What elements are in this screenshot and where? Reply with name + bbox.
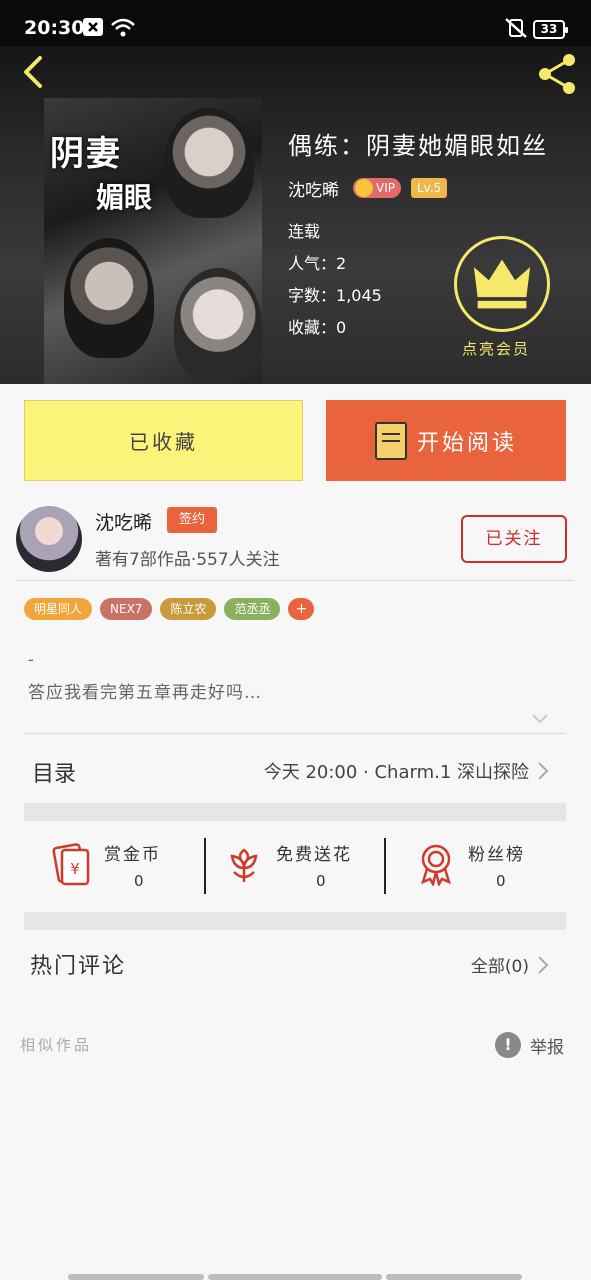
stat-label: 免费送花 (276, 845, 352, 865)
stat-value: 0 (316, 872, 326, 890)
chevron-down-icon[interactable] (530, 708, 550, 728)
book-intro: 答应我看完第五章再走好吗… (28, 683, 262, 703)
member-crown-icon[interactable] (454, 236, 550, 332)
battery-icon: 33 (533, 20, 568, 39)
author-row: 沈吃晞 VIP Lv.5 (288, 176, 448, 201)
tag[interactable]: 明星同人 (24, 598, 93, 620)
stat-label: 赏金币 (104, 845, 161, 865)
book-icon (374, 421, 407, 460)
cover-title: 媚眼 (96, 181, 153, 214)
all-comments-link[interactable]: 全部(0) (471, 952, 529, 977)
tag-list: 明星同人 NEX7 陈立农 范丞丞 + (24, 598, 315, 620)
mute-icon (505, 18, 527, 38)
chevron-right-icon[interactable] (536, 760, 550, 782)
popularity: 人气：2 (288, 250, 346, 274)
book-cover[interactable]: 阴妻 媚眼 (44, 98, 262, 384)
favorites-count: 收藏：0 (288, 314, 346, 338)
popularity-value: 2 (336, 254, 347, 273)
cover-figure (174, 268, 262, 384)
crown-icon (355, 179, 373, 197)
add-tag-button[interactable]: + (288, 598, 315, 620)
chevron-right-icon[interactable] (536, 954, 550, 976)
level-badge: Lv.5 (410, 178, 448, 198)
word-count: 字数：1,045 (288, 282, 382, 306)
cover-figure (64, 238, 154, 358)
tag[interactable]: 陈立农 (160, 598, 217, 620)
nav-bar-segment (68, 1274, 204, 1280)
author-name[interactable]: 沈吃晞 (288, 176, 339, 201)
toc-label[interactable]: 目录 (32, 756, 76, 788)
cover-title: 阴妻 (50, 134, 122, 174)
nav-bar-segment (386, 1274, 522, 1280)
vip-badge: VIP (353, 178, 401, 198)
medal-icon (421, 844, 451, 886)
tag[interactable]: 范丞丞 (224, 598, 281, 620)
svg-text:¥: ¥ (70, 860, 80, 878)
member-label[interactable]: 点亮会员 (462, 338, 530, 359)
hot-comments-label: 热门评论 (30, 954, 127, 979)
popularity-label: 人气： (288, 254, 337, 273)
book-header: 20:30 33 阴妻 媚眼 偶练：阴妻她媚眼如丝 沈吃晞 VIP Lv.5 连… (0, 0, 591, 384)
wifi-icon (111, 18, 135, 37)
status-time: 20:30 (24, 17, 85, 39)
divider (24, 733, 566, 734)
signed-badge: 签约 (167, 507, 217, 533)
favorites-value: 0 (336, 318, 347, 337)
cover-figure (164, 108, 254, 218)
toc-latest-chapter[interactable]: 今天 20:00 · Charm.1 深山探险 (264, 758, 529, 784)
stat-label: 粉丝榜 (468, 845, 525, 865)
follow-button[interactable]: 已关注 (461, 515, 567, 563)
divider (204, 838, 206, 894)
words-label: 字数： (288, 286, 337, 305)
stat-value: 0 (496, 872, 506, 890)
share-icon[interactable] (533, 50, 581, 98)
report-button[interactable]: 举报 (530, 1033, 564, 1058)
divider (16, 580, 574, 581)
flower-icon (230, 848, 258, 882)
vip-label: VIP (376, 181, 395, 195)
report-icon[interactable]: ! (495, 1032, 521, 1058)
intro-dash: - (28, 650, 34, 669)
start-reading-button[interactable]: 开始阅读 (326, 400, 566, 481)
words-value: 1,045 (336, 286, 382, 305)
tag[interactable]: NEX7 (100, 598, 153, 620)
notification-icon (83, 18, 103, 36)
book-title: 偶练：阴妻她媚眼如丝 (288, 132, 548, 160)
section-divider (24, 803, 566, 821)
author-card-name[interactable]: 沈吃晞 (95, 508, 152, 535)
nav-bar-segment (208, 1274, 382, 1280)
collected-button[interactable]: 已收藏 (24, 400, 303, 481)
favorites-label: 收藏： (288, 318, 337, 337)
similar-works-label: 相似作品 (20, 1036, 93, 1054)
author-stats: 著有7部作品·557人关注 (95, 550, 280, 570)
stat-value: 0 (134, 872, 144, 890)
divider (384, 838, 386, 894)
serial-status: 连载 (288, 222, 321, 241)
status-bar: 20:30 33 (0, 0, 591, 46)
back-icon[interactable] (14, 52, 54, 92)
author-avatar[interactable] (16, 506, 82, 572)
section-divider (24, 912, 566, 930)
red-envelope-icon: ¥ (52, 843, 90, 886)
start-reading-label: 开始阅读 (416, 430, 517, 456)
